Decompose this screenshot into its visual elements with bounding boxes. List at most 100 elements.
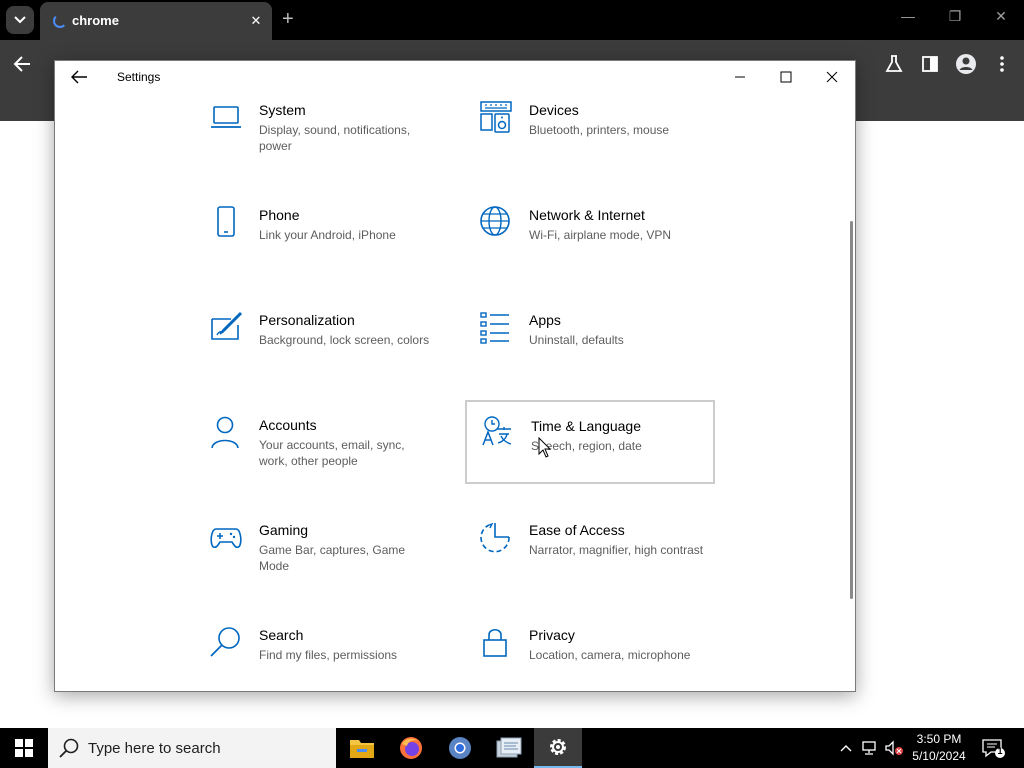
taskbar-app-window[interactable] — [485, 728, 533, 768]
network-icon — [862, 741, 876, 755]
minimize-icon — [735, 76, 745, 78]
app-window-icon — [496, 737, 522, 758]
search-icon — [59, 738, 79, 758]
laptop-icon — [211, 106, 241, 128]
tile-description: Narrator, magnifier, high contrast — [529, 543, 704, 557]
profile-avatar-icon[interactable] — [954, 52, 978, 76]
clock-date[interactable]: 5/10/2024 — [906, 749, 972, 763]
tile-description: Bluetooth, printers, mouse — [529, 123, 670, 137]
tile-description: Wi-Fi, airplane mode, VPN — [529, 228, 672, 242]
side-panel-icon[interactable] — [918, 52, 942, 76]
browser-minimize-button[interactable]: — — [893, 8, 923, 24]
tile-title: Time & Language — [531, 418, 641, 434]
tile-description: Background, lock screen, colors — [259, 333, 430, 347]
volume-muted-icon — [885, 740, 903, 756]
taskbar-search-box[interactable]: Type here to search — [48, 728, 336, 768]
minimize-button[interactable] — [717, 61, 763, 93]
tile-title: Phone — [259, 207, 300, 223]
settings-tile-devices[interactable]: Devices Bluetooth, printers, mouse — [479, 101, 729, 185]
start-button[interactable] — [0, 728, 48, 768]
settings-tile-gaming[interactable]: Gaming Game Bar, captures, Game Mode — [209, 521, 459, 605]
tile-description: Location, camera, microphone — [529, 648, 691, 662]
notification-count: 1 — [997, 746, 1003, 756]
browser-menu-icon[interactable] — [990, 52, 1014, 76]
tile-description: Speech, region, date — [531, 439, 642, 453]
settings-tile-phone[interactable]: Phone Link your Android, iPhone — [209, 206, 459, 290]
settings-tile-privacy[interactable]: Privacy Location, camera, microphone — [479, 626, 729, 691]
taskbar-file-explorer[interactable] — [338, 728, 386, 768]
tile-title: Accounts — [259, 417, 317, 433]
windows-logo-icon — [15, 739, 33, 757]
tile-description: Link your Android, iPhone — [259, 228, 396, 242]
lock-icon — [483, 628, 507, 657]
tile-description: Find my files, permissions — [259, 648, 398, 662]
vertical-scrollbar[interactable] — [850, 221, 853, 599]
show-hidden-icons-chevron-up-icon[interactable] — [836, 738, 856, 758]
tile-description: Game Bar, captures, Game Mode — [259, 543, 406, 573]
browser-back-icon[interactable] — [10, 52, 36, 76]
settings-back-icon[interactable] — [67, 67, 91, 87]
close-icon — [826, 71, 838, 83]
tile-title: Network & Internet — [529, 207, 645, 223]
ease-of-access-icon — [480, 522, 510, 553]
taskbar-chrome[interactable] — [436, 728, 484, 768]
settings-tile-personalization[interactable]: Personalization Background, lock screen,… — [209, 311, 459, 395]
browser-close-button[interactable]: ✕ — [986, 8, 1016, 25]
tab-title: chrome — [72, 13, 119, 28]
maximize-button[interactable] — [763, 61, 809, 93]
taskbar-firefox[interactable] — [387, 728, 435, 768]
phone-icon — [217, 206, 235, 237]
tile-title: Ease of Access — [529, 522, 625, 538]
settings-tile-time-language[interactable]: Time & Language Speech, region, date — [465, 400, 715, 484]
gear-icon — [550, 739, 566, 755]
tile-title: Search — [259, 627, 304, 643]
close-button[interactable] — [809, 61, 855, 93]
taskbar: Type here to search 3:50 PM 5/10/2024 1 — [0, 728, 1024, 768]
loading-spinner-icon — [53, 14, 67, 28]
settings-tile-search[interactable]: Search Find my files, permissions — [209, 626, 459, 691]
search-placeholder: Type here to search — [88, 740, 221, 757]
settings-tile-system[interactable]: System Display, sound, notifications, po… — [209, 101, 459, 185]
tile-title: Personalization — [259, 312, 355, 328]
settings-titlebar: Settings — [55, 61, 855, 93]
settings-tile-network[interactable]: Network & Internet Wi-Fi, airplane mode,… — [479, 206, 729, 290]
globe-icon — [480, 206, 510, 236]
search-icon — [210, 627, 240, 657]
tile-description: Display, sound, notifications, power — [259, 123, 411, 153]
tile-title: System — [259, 102, 306, 118]
clock-time[interactable]: 3:50 PM — [910, 732, 968, 746]
maximize-icon — [780, 71, 792, 83]
personalization-icon — [211, 311, 243, 340]
settings-tile-accounts[interactable]: Accounts Your accounts, email, sync, wor… — [209, 416, 459, 500]
browser-tab-strip: chrome ✕ + — ❐ ✕ — [0, 0, 1024, 40]
folder-icon — [350, 740, 374, 758]
settings-tile-apps[interactable]: Apps Uninstall, defaults — [479, 311, 729, 395]
tile-title: Apps — [529, 312, 561, 328]
network-tray-icon[interactable] — [860, 738, 880, 758]
tab-search-button[interactable] — [6, 6, 34, 34]
apps-icon — [480, 312, 509, 344]
devices-icon — [480, 101, 512, 133]
firefox-icon — [400, 737, 422, 759]
browser-tab[interactable]: chrome ✕ — [40, 2, 272, 40]
mouse-cursor-icon — [538, 437, 552, 458]
window-title: Settings — [117, 70, 161, 84]
tab-close-button[interactable]: ✕ — [246, 11, 266, 31]
gamepad-icon — [210, 528, 242, 549]
chevron-up-icon — [840, 745, 852, 752]
volume-tray-icon[interactable] — [884, 738, 904, 758]
tile-title: Gaming — [259, 522, 309, 538]
tile-title: Privacy — [529, 627, 575, 643]
browser-restore-button[interactable]: ❐ — [940, 8, 970, 25]
person-icon — [211, 416, 239, 449]
tile-description: Uninstall, defaults — [529, 333, 624, 347]
taskbar-settings[interactable] — [534, 728, 582, 768]
chrome-icon — [449, 737, 471, 759]
new-tab-button[interactable]: + — [282, 8, 294, 30]
labs-flask-icon[interactable] — [882, 52, 906, 76]
settings-tile-ease-of-access[interactable]: Ease of Access Narrator, magnifier, high… — [479, 521, 729, 605]
time-language-icon — [482, 416, 512, 446]
settings-window: Settings System Display, sound, notifica… — [54, 60, 856, 692]
chevron-down-icon — [14, 16, 26, 24]
notification-center-button[interactable]: 1 — [980, 736, 1006, 760]
